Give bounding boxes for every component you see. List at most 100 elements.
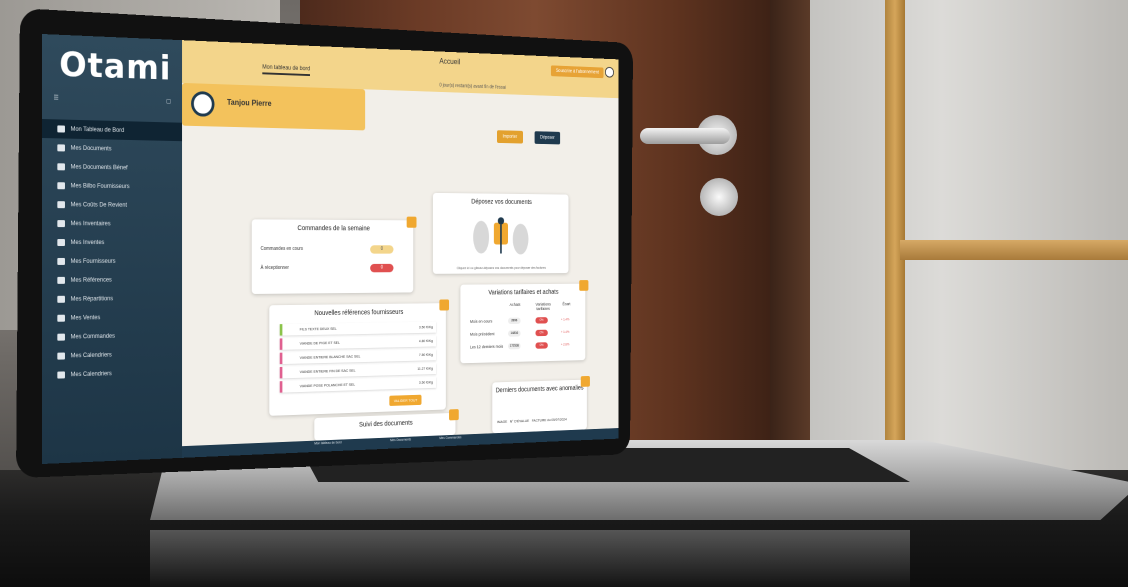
sidebar-menu: Mon Tableau de Bord Mes Documents Mes Do… <box>42 119 183 385</box>
purchases-pill: 172538 <box>508 342 521 350</box>
references-title: Nouvelles références fournisseurs <box>314 309 404 317</box>
sidebar-item-label: Mes Bilbo Fournisseurs <box>70 182 130 190</box>
ref-price: 3.50 €/Kg <box>418 379 433 385</box>
sidebar-item-label: Mes Commandes <box>70 333 115 340</box>
card-badge-icon[interactable] <box>406 216 417 228</box>
calculator-icon <box>57 201 65 209</box>
price-variations-card: Variations tarifaires et achats Achats V… <box>460 280 589 364</box>
table-row[interactable]: VIANDE ENTIERE BLANCHE SAC SEL 7.50 €/Kg <box>279 349 437 365</box>
ref-name: VIANDE ENTIERE BLANCHE SAC SEL <box>299 353 361 360</box>
table-row[interactable]: VIANDE ENTIERE FIN DE SAC SEL 11.27 €/Kg <box>279 362 437 379</box>
chart-icon <box>57 295 65 303</box>
user-name: Tanjou Pierre <box>226 97 272 108</box>
upload-illustration-icon <box>473 217 529 257</box>
card-badge-icon[interactable] <box>449 409 459 421</box>
sidebar-item-label: Mes Références <box>70 277 112 284</box>
table-row[interactable]: VIANDE POSE POLANCHE ET SEL 3.50 €/Kg <box>279 376 437 393</box>
sidebar-item-label: Mes Documents <box>70 145 112 152</box>
page-title: Accueil <box>439 57 461 67</box>
refresh-icon <box>57 239 65 247</box>
purchases-pill: 14816 <box>508 330 521 337</box>
deposit-caption: Cliquez ici ou glissez-déposez vos docum… <box>456 266 546 271</box>
orders-card: Commandes de la semaine Commandes en cou… <box>251 216 417 294</box>
orders-pending-pill[interactable]: 0 <box>370 245 394 254</box>
sidebar-item-inventes[interactable]: Mes Inventes <box>42 233 182 252</box>
card-badge-icon[interactable] <box>580 375 590 387</box>
laptop-screen: Otami ☰ ▢ Mon Tableau de Bord Mes Docume… <box>42 34 619 464</box>
row-label: Mois en cours <box>469 318 493 324</box>
table-row[interactable]: FILS TEXTE DEUX SEL 3.50 €/Kg <box>279 321 437 336</box>
table-row[interactable]: VIANDE DE PIGE ET SEL 4.80 €/Kg <box>279 335 437 350</box>
cart-icon <box>57 333 65 341</box>
deposit-button[interactable]: Déposer <box>534 131 561 145</box>
sidebar-item-calendriers-2[interactable]: Mes Calendriers <box>42 363 182 385</box>
card-badge-icon[interactable] <box>579 280 589 291</box>
recent-columns: IMAGE N° D'ÉVALUE FACTURE du 05/07/2024 <box>497 417 567 424</box>
avatar[interactable] <box>604 66 614 78</box>
ref-price: 11.27 €/Kg <box>417 365 433 371</box>
variations-title: Variations tarifaires et achats <box>488 289 559 297</box>
deposit-documents-card[interactable]: Déposez vos documents Cliquez ici ou gli… <box>432 192 569 274</box>
orders-receive-pill[interactable]: 0 <box>370 263 394 273</box>
dashboard-icon <box>57 125 65 133</box>
calendar-icon <box>57 352 65 360</box>
sidebar-item-references[interactable]: Mes Références <box>42 270 182 290</box>
column-header: IMAGE <box>497 419 508 425</box>
sidebar-item-label: Mes Inventes <box>70 239 105 246</box>
bottom-nav-dashboard[interactable]: Mon tableau de bord <box>314 440 341 445</box>
gap-value: + 1.4% <box>560 330 570 334</box>
sidebar: Otami ☰ ▢ Mon Tableau de Bord Mes Docume… <box>42 34 183 464</box>
wooden-shelf-post <box>885 0 905 470</box>
sidebar-item-fournisseurs[interactable]: Mes Fournisseurs <box>42 252 182 271</box>
orders-title: Commandes de la semaine <box>297 225 370 233</box>
ref-name: VIANDE POSE POLANCHE ET SEL <box>299 381 356 389</box>
sidebar-item-couts[interactable]: Mes Coûts De Revient <box>42 195 182 215</box>
calendar-icon <box>57 371 65 379</box>
ref-name: VIANDE DE PIGE ET SEL <box>299 340 340 346</box>
column-header: FACTURE du 05/07/2024 <box>531 416 567 423</box>
sidebar-item-documents-benef[interactable]: Mes Documents Bénef <box>42 157 182 178</box>
recent-title: Derniers documents avec anomalies <box>495 385 584 395</box>
import-button[interactable]: Importer <box>497 130 523 144</box>
menu-icon[interactable]: ☰ <box>54 94 59 101</box>
door-handle <box>640 128 730 144</box>
column-header: Achats <box>509 302 521 307</box>
row-label: Les 12 derniers mois <box>469 344 504 350</box>
bottom-nav-orders[interactable]: Mes Commandes <box>439 435 461 440</box>
app-logo[interactable]: Otami <box>42 34 182 89</box>
sidebar-item-ventes[interactable]: Mes Ventes <box>42 307 182 328</box>
new-references-card: Nouvelles références fournisseurs FILS T… <box>269 299 450 416</box>
column-header: Variations tarifaires <box>535 301 551 312</box>
sidebar-item-documents[interactable]: Mes Documents <box>42 138 182 160</box>
sidebar-item-label: Mon Tableau de Bord <box>70 126 125 134</box>
column-header: Écart <box>562 301 571 307</box>
variation-pill[interactable]: 0% <box>535 329 548 337</box>
bottom-nav-documents[interactable]: Mes Documents <box>390 438 411 443</box>
sidebar-item-bilbo[interactable]: Mes Bilbo Fournisseurs <box>42 176 182 197</box>
user-avatar <box>191 90 215 117</box>
sidebar-item-label: Mes Documents Bénef <box>70 164 128 171</box>
collapse-icon[interactable]: ▢ <box>166 98 171 105</box>
gap-value: + 1.4% <box>560 317 570 322</box>
sidebar-item-inventaires[interactable]: Mes Inventaires <box>42 214 182 233</box>
trial-notice: 0 jour(s) restant(s) avant fin de l'essa… <box>439 82 506 91</box>
tag-icon <box>57 276 65 284</box>
subscribe-button[interactable]: Souscrire à l'abonnement <box>551 65 604 79</box>
validate-all-button[interactable]: VALIDER TOUT <box>389 394 422 406</box>
ref-price: 3.50 €/Kg <box>418 324 433 330</box>
suivi-title: Suivi des documents <box>359 419 413 429</box>
deposit-title: Déposez vos documents <box>471 198 532 206</box>
photo-scene: Otami ☰ ▢ Mon Tableau de Bord Mes Docume… <box>0 0 1128 587</box>
column-header: N° D'ÉVALUE <box>509 418 530 424</box>
sidebar-item-repartitions[interactable]: Mes Répartitions <box>42 289 182 309</box>
door-lock <box>700 178 738 216</box>
card-badge-icon[interactable] <box>439 299 450 311</box>
dashboard-content: Importer Déposer Tanjou Pierre Commandes… <box>182 82 618 448</box>
truck-icon <box>57 182 65 190</box>
ref-price: 7.50 €/Kg <box>418 352 433 357</box>
variation-pill[interactable]: 0% <box>535 342 548 349</box>
orders-row-label: Commandes en cours <box>260 246 304 252</box>
orders-row-label: À réceptionner <box>260 265 289 271</box>
variation-pill[interactable]: 0% <box>535 317 548 324</box>
tab-dashboard[interactable]: Mon tableau de bord <box>262 64 311 77</box>
